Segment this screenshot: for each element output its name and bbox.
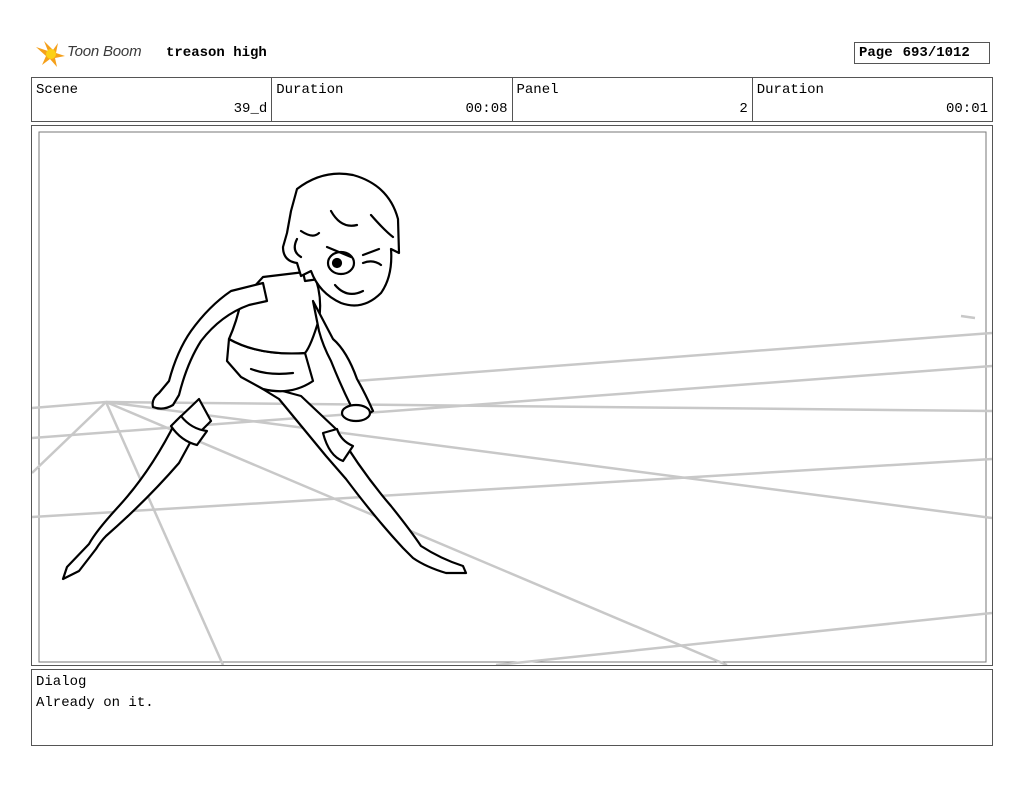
dialog-text: Already on it. [36, 695, 154, 711]
storyboard-panel [31, 125, 993, 666]
scene-duration-value: 00:08 [465, 101, 508, 117]
scene-duration-label: Duration [276, 82, 344, 98]
panel-value: 2 [739, 101, 748, 117]
page-label: Page [859, 45, 893, 61]
dialog-box: Dialog Already on it. [31, 669, 993, 746]
page-indicator: Page 693/1012 [854, 42, 990, 64]
panel-cell: Panel 2 [513, 78, 753, 121]
info-row: Scene 39_d Duration 00:08 Panel 2 Durati… [31, 77, 993, 122]
scene-label: Scene [36, 82, 79, 98]
toon-boom-logo: Toon Boom [34, 38, 158, 70]
panel-drawing [32, 131, 992, 665]
panel-duration-value: 00:01 [945, 101, 988, 117]
panel-duration-label: Duration [756, 82, 824, 98]
panel-duration-cell: Duration 00:01 [753, 78, 992, 121]
camera-frame [38, 131, 987, 663]
panel-label: Panel [516, 82, 559, 98]
scene-duration-cell: Duration 00:08 [272, 78, 513, 121]
page-value: 693/1012 [902, 45, 970, 61]
dialog-label: Dialog [36, 674, 87, 690]
scene-value: 39_d [233, 101, 268, 117]
scene-cell: Scene 39_d [32, 78, 273, 121]
toon-boom-star-icon [36, 41, 65, 67]
project-title: treason high [166, 45, 267, 61]
logo-text: Toon Boom [67, 43, 142, 60]
